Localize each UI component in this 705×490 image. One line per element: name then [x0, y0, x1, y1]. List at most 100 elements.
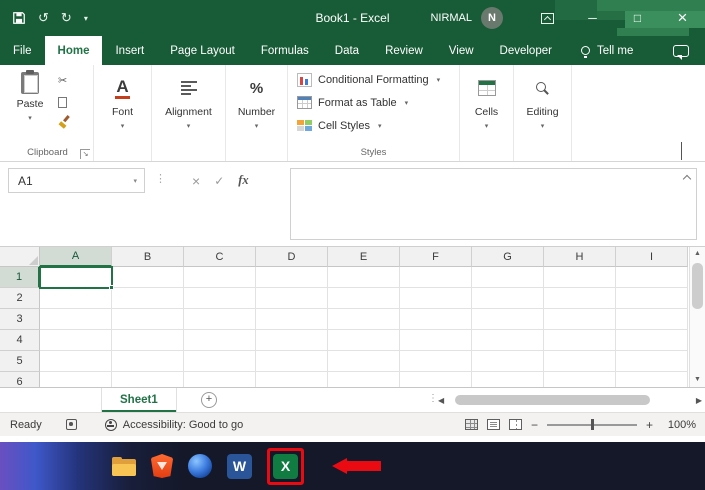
accessibility-checker[interactable]: Accessibility: Good to go	[104, 418, 243, 431]
cell-a1[interactable]	[40, 267, 112, 288]
cell-e4[interactable]	[328, 330, 400, 351]
cut-icon[interactable]: ✂	[58, 76, 67, 87]
column-header-h[interactable]: H	[544, 247, 616, 267]
cell-d1[interactable]	[256, 267, 328, 288]
close-button[interactable]: ×	[660, 0, 705, 36]
column-header-b[interactable]: B	[112, 247, 184, 267]
cell-i2[interactable]	[616, 288, 688, 309]
cell-f2[interactable]	[400, 288, 472, 309]
cell-f3[interactable]	[400, 309, 472, 330]
cell-a6[interactable]	[40, 372, 112, 387]
save-icon[interactable]	[12, 11, 26, 25]
tab-page-layout[interactable]: Page Layout	[157, 36, 248, 65]
cell-i3[interactable]	[616, 309, 688, 330]
scroll-down-icon[interactable]: ▼	[690, 376, 705, 383]
cell-h3[interactable]	[544, 309, 616, 330]
zoom-in-icon[interactable]: +	[646, 418, 653, 432]
customize-toolbar-icon[interactable]: ▾	[84, 14, 88, 23]
copy-icon[interactable]	[58, 94, 70, 108]
cell-e1[interactable]	[328, 267, 400, 288]
editing-group-button[interactable]: Editing ▾	[514, 65, 572, 161]
alignment-group-button[interactable]: Alignment ▾	[152, 65, 226, 161]
page-layout-view-icon[interactable]	[486, 419, 500, 430]
column-header-i[interactable]: I	[616, 247, 688, 267]
cell-a4[interactable]	[40, 330, 112, 351]
cell-d2[interactable]	[256, 288, 328, 309]
cell-d3[interactable]	[256, 309, 328, 330]
cell-styles-button[interactable]: Cell Styles ▾	[297, 117, 453, 134]
zoom-out-icon[interactable]: −	[531, 418, 538, 432]
row-header-1[interactable]: 1	[0, 267, 40, 288]
row-header-5[interactable]: 5	[0, 351, 40, 372]
column-header-g[interactable]: G	[472, 247, 544, 267]
select-all-corner[interactable]	[0, 247, 40, 267]
number-group-button[interactable]: % Number ▾	[226, 65, 288, 161]
insert-function-icon[interactable]: fx	[238, 173, 248, 188]
cancel-entry-icon[interactable]: ×	[192, 173, 200, 189]
cell-h4[interactable]	[544, 330, 616, 351]
cell-c4[interactable]	[184, 330, 256, 351]
conditional-formatting-button[interactable]: Conditional Formatting ▾	[297, 71, 453, 88]
cell-i6[interactable]	[616, 372, 688, 387]
clipboard-dialog-launcher-icon[interactable]: ↘	[80, 149, 90, 159]
cell-a3[interactable]	[40, 309, 112, 330]
word-icon[interactable]: W	[227, 453, 252, 479]
minimize-button[interactable]: ─	[570, 0, 615, 36]
column-header-f[interactable]: F	[400, 247, 472, 267]
collapse-ribbon-button[interactable]	[681, 142, 689, 160]
tell-me-button[interactable]: Tell me	[580, 36, 633, 65]
zoom-slider[interactable]	[546, 419, 637, 430]
enter-entry-icon[interactable]: ✓	[214, 174, 224, 188]
horizontal-scrollbar[interactable]: ◀ ▶	[438, 392, 702, 409]
ribbon-display-options-button[interactable]	[525, 0, 570, 36]
vertical-scrollbar-thumb[interactable]	[692, 263, 703, 309]
tab-review[interactable]: Review	[372, 36, 436, 65]
excel-icon[interactable]: X	[273, 453, 298, 479]
cell-b6[interactable]	[112, 372, 184, 387]
tab-home[interactable]: Home	[44, 36, 103, 65]
cell-a5[interactable]	[40, 351, 112, 372]
column-header-e[interactable]: E	[328, 247, 400, 267]
cell-c1[interactable]	[184, 267, 256, 288]
row-header-2[interactable]: 2	[0, 288, 40, 309]
cell-f5[interactable]	[400, 351, 472, 372]
cell-d6[interactable]	[256, 372, 328, 387]
format-painter-icon[interactable]	[58, 115, 71, 128]
tab-view[interactable]: View	[436, 36, 487, 65]
column-header-a[interactable]: A	[40, 247, 112, 267]
horizontal-scrollbar-thumb[interactable]	[455, 395, 650, 405]
cell-b2[interactable]	[112, 288, 184, 309]
cell-e3[interactable]	[328, 309, 400, 330]
account-name[interactable]: NIRMAL	[430, 12, 472, 24]
redo-icon[interactable]: ↻	[61, 10, 72, 26]
name-box[interactable]: A1 ▾	[8, 168, 145, 193]
cell-g4[interactable]	[472, 330, 544, 351]
new-sheet-button[interactable]: +	[201, 392, 217, 408]
cell-h6[interactable]	[544, 372, 616, 387]
cell-f6[interactable]	[400, 372, 472, 387]
format-as-table-button[interactable]: Format as Table ▾	[297, 94, 453, 111]
cell-a2[interactable]	[40, 288, 112, 309]
scroll-left-icon[interactable]: ◀	[438, 396, 444, 405]
scroll-right-icon[interactable]: ▶	[696, 396, 702, 405]
cell-c5[interactable]	[184, 351, 256, 372]
account-avatar[interactable]: N	[481, 7, 503, 29]
undo-icon[interactable]: ↺	[38, 10, 49, 26]
cell-i5[interactable]	[616, 351, 688, 372]
cell-b1[interactable]	[112, 267, 184, 288]
cell-b5[interactable]	[112, 351, 184, 372]
cell-e6[interactable]	[328, 372, 400, 387]
cells-group-button[interactable]: Cells ▾	[460, 65, 514, 161]
cell-g5[interactable]	[472, 351, 544, 372]
tab-file[interactable]: File	[0, 36, 45, 65]
tab-splitter-icon[interactable]: ⋮	[428, 393, 438, 404]
zoom-slider-thumb[interactable]	[590, 419, 594, 430]
cell-f1[interactable]	[400, 267, 472, 288]
tab-insert[interactable]: Insert	[102, 36, 157, 65]
sheet-tab-sheet1[interactable]: Sheet1	[101, 388, 177, 412]
cell-e5[interactable]	[328, 351, 400, 372]
page-break-view-icon[interactable]	[508, 419, 522, 430]
normal-view-icon[interactable]	[464, 419, 478, 430]
row-header-4[interactable]: 4	[0, 330, 40, 351]
column-header-d[interactable]: D	[256, 247, 328, 267]
